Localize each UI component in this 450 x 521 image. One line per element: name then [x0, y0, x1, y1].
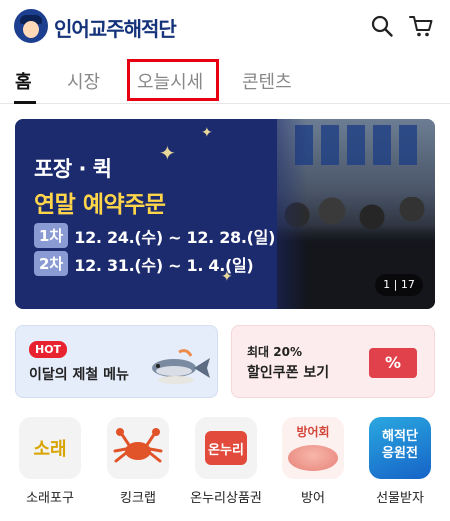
search-icon[interactable]: [370, 14, 394, 38]
tab-market[interactable]: 시장: [67, 68, 100, 94]
promo-banner[interactable]: ✦ ✦ ✦ 포장 · 퀵 연말 예약주문 1차 12. 24.(수) ~ 12. …: [15, 119, 435, 309]
category-label: 선물받자: [376, 491, 424, 506]
onnuri-voucher-icon: 온누리: [195, 417, 257, 479]
category-label: 방어: [301, 491, 325, 506]
sparkle-icon: ✦: [159, 141, 176, 165]
sorae-icon: 소래: [19, 417, 81, 479]
category-label: 킹크랩: [120, 491, 156, 506]
active-tab-indicator: [14, 101, 36, 104]
coupon-subtitle: 최대 20%: [247, 345, 302, 359]
brand-logo-icon[interactable]: [14, 9, 48, 43]
banner-title-line2: 연말 예약주문: [34, 192, 166, 218]
highlight-box: [127, 59, 219, 101]
gift-event-icon: 해적단 응원전: [369, 417, 431, 479]
cart-icon[interactable]: [408, 13, 434, 39]
yellowtail-icon: 방어회: [282, 417, 344, 479]
king-crab-icon: [107, 417, 169, 479]
category-label: 온누리상품권: [190, 491, 262, 506]
discount-coupon-card[interactable]: 최대 20% 할인쿠폰 보기 %: [231, 325, 435, 398]
brand-name[interactable]: 인어교주해적단: [54, 13, 177, 42]
coupon-label: 할인쿠폰 보기: [247, 365, 330, 381]
banner-pager: 1 | 17: [375, 274, 423, 296]
category-yellowtail[interactable]: 방어회 방어: [282, 417, 344, 517]
banner-schedule-row: 2차 12. 31.(수) ~ 1. 4.(일): [34, 251, 254, 277]
schedule-chip: 2차: [34, 251, 69, 276]
banner-title-line1: 포장 · 퀵: [34, 157, 112, 181]
category-sorae[interactable]: 소래 소래포구: [19, 417, 81, 517]
main-tabs: 홈 시장 오늘시세 콘텐츠: [0, 56, 450, 104]
hot-badge: HOT: [29, 341, 68, 358]
seasonal-menu-label: 이달의 제철 메뉴: [29, 367, 129, 383]
tab-contents[interactable]: 콘텐츠: [242, 68, 292, 94]
banner-schedule-row: 1차 12. 24.(수) ~ 12. 28.(일): [34, 223, 275, 249]
tab-home[interactable]: 홈: [15, 68, 32, 94]
category-label: 소래포구: [26, 491, 74, 506]
top-bar: 인어교주해적단: [0, 0, 450, 52]
coupon-icon: %: [369, 348, 417, 378]
schedule-dates: 12. 31.(수) ~ 1. 4.(일): [74, 255, 254, 275]
category-kingcrab[interactable]: 킹크랩: [107, 417, 169, 517]
schedule-chip: 1차: [34, 223, 69, 248]
seasonal-menu-card[interactable]: HOT 이달의 제철 메뉴: [15, 325, 218, 398]
schedule-dates: 12. 24.(수) ~ 12. 28.(일): [74, 227, 276, 247]
category-onnuri[interactable]: 온누리 온누리상품권: [190, 417, 262, 517]
category-gift[interactable]: 해적단 응원전 선물받자: [369, 417, 431, 517]
sparkle-icon: ✦: [201, 125, 213, 141]
fish-icon: [152, 349, 210, 384]
